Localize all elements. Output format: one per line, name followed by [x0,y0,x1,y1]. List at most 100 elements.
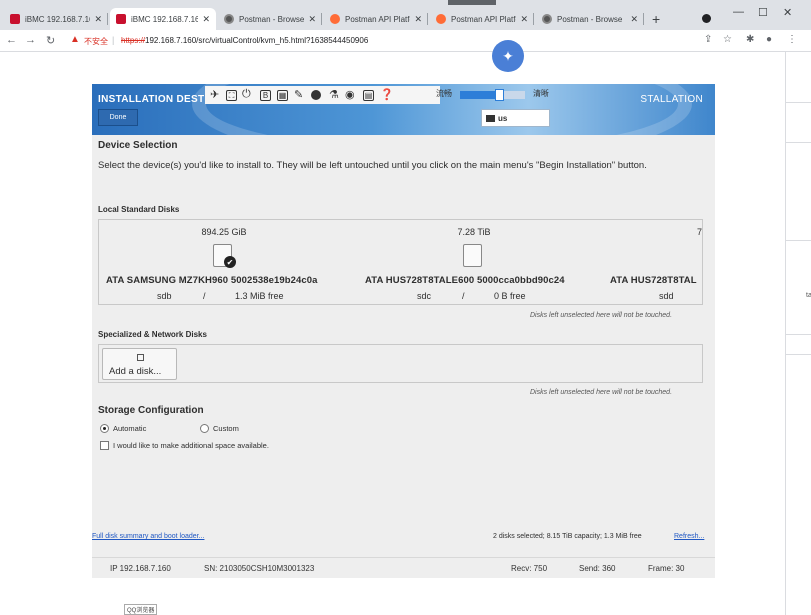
disk-device: sdb [157,291,172,301]
keyboard-shortcut-icon[interactable]: ▦ [277,90,288,101]
close-icon[interactable]: ✕ [308,14,316,25]
browser-tag: QQ浏览器 [124,604,158,615]
close-icon[interactable]: ✕ [520,14,528,25]
maximize-icon[interactable]: ☐ [758,6,768,19]
installer-title: INSTALLATION DEST [98,94,205,105]
quality-slider[interactable] [460,89,525,101]
tab-strip: iBMC 192.168.7.16 ✕ iBMC 192.168.7.16 ✕ … [0,0,811,30]
share-icon[interactable]: ⇪ [704,34,712,45]
add-disk-button[interactable]: Add a disk... [102,348,177,380]
postman-icon [224,14,234,24]
disk-item[interactable]: 7.28 TiB ATA HUS728T8TALE600 5000cca0bbd… [349,220,599,304]
quality-slider-handle[interactable] [495,89,505,101]
back-icon[interactable]: ← [6,34,17,46]
disk-icon [137,354,144,361]
selection-summary: 2 disks selected; 8.15 TiB capacity; 1.3… [493,533,642,540]
custom-label: Custom [213,424,239,433]
browser-tab[interactable]: Postman - Browse ✕ [536,8,644,30]
close-icon[interactable]: ✕ [630,14,638,25]
forward-icon[interactable]: → [25,34,36,46]
profile-icon[interactable] [702,14,711,23]
disk-device: sdd [659,291,674,301]
disk-device: sdc [417,291,432,301]
close-icon[interactable]: ✕ [94,14,102,25]
installer-title-right: STALLATION [640,94,703,105]
pin-icon[interactable]: ✈ [210,88,219,101]
browser-tab[interactable]: Postman API Platfo ✕ [430,8,534,30]
ibmc-icon [10,14,20,24]
kvm-console[interactable]: INSTALLATION DEST STALLATION Done us Dev… [92,84,715,578]
disk-item[interactable]: 894.25 GiB ✔ ATA SAMSUNG MZ7KH960 500253… [99,220,349,304]
reload-icon[interactable]: ↻ [46,34,55,47]
record-icon[interactable] [311,90,321,100]
status-frame: Frame: 30 [648,564,685,573]
extra-space-checkbox[interactable] [100,441,109,450]
disk-free: 1.3 MiB free [235,291,284,301]
custom-radio[interactable] [200,424,209,433]
local-disks-list: 894.25 GiB ✔ ATA SAMSUNG MZ7KH960 500253… [98,219,703,305]
close-icon[interactable]: ✕ [414,14,422,25]
disk-size: 7.28 TiB [457,227,491,237]
status-ip: IP 192.168.7.160 [110,564,171,573]
device-selection-title: Device Selection [98,140,178,151]
kvm-logo-icon[interactable]: ✦ [492,40,524,72]
new-tab-button[interactable]: + [652,11,660,27]
browser-tab[interactable]: Postman API Platfo ✕ [324,8,428,30]
untouched-note: Disks left unselected here will not be t… [530,312,673,319]
account-icon[interactable]: ● [766,34,772,45]
status-recv: Recv: 750 [511,564,548,573]
automatic-radio[interactable] [100,424,109,433]
hard-drive-icon [463,244,482,267]
status-send: Send: 360 [579,564,616,573]
disk-item[interactable]: 7 ATA HUS728T8TAL sdd [599,220,703,304]
disk-size: 894.25 GiB [201,227,247,237]
address-bar: ← → ↻ ▲ 不安全 | https://192.168.7.160/src/… [0,30,811,52]
virtual-media-icon[interactable]: ⚗ [329,88,339,101]
power-icon[interactable]: ⏻ [242,88,251,101]
status-serial: SN: 2103050CSH10M3001323 [204,564,315,573]
device-selection-description: Select the device(s) you'd like to insta… [98,160,647,171]
extra-space-label: I would like to make additional space av… [113,441,269,450]
specialized-disks-title: Specialized & Network Disks [98,330,207,339]
disk-model: ATA SAMSUNG MZ7KH960 5002538e19b24c0a [106,275,318,286]
disk-model: ATA HUS728T8TALE600 5000cca0bbd90c24 [365,275,565,286]
full-disk-summary-link[interactable]: Full disk summary and boot loader... [92,533,204,540]
extensions-icon[interactable]: ✱ [746,34,754,45]
insecure-label[interactable]: 不安全 [84,36,108,47]
storage-config-title: Storage Configuration [98,405,204,416]
minimize-icon[interactable]: — [733,6,744,18]
warning-icon: ▲ [70,34,80,45]
disk-model: ATA HUS728T8TAL [610,275,697,286]
screenshot-icon[interactable]: ◉ [345,88,355,101]
mouse-icon[interactable]: ✎ [294,88,303,101]
bookmark-star-icon[interactable]: ☆ [723,34,732,45]
kvm-toolbar: ✈ ⛶ ⏻ B ▦ ✎ ⚗ ◉ ▤ ❓ [205,86,440,104]
network-disks-list: Add a disk... [98,344,703,383]
boot-icon[interactable]: B [260,90,271,101]
window-close-icon[interactable]: ✕ [783,6,792,19]
quality-smooth-label: 流畅 [436,89,452,98]
settings-icon[interactable]: ▤ [363,90,374,101]
browser-tab[interactable]: iBMC 192.168.7.16 ✕ [4,8,108,30]
quality-clear-label: 清晰 [533,89,549,98]
url-field[interactable]: https://192.168.7.160/src/virtualControl… [121,36,368,45]
keyboard-layout-indicator[interactable]: us [481,109,550,127]
disk-size: 7 [697,227,703,237]
refresh-link[interactable]: Refresh... [674,533,704,540]
help-icon[interactable]: ❓ [380,88,394,101]
postman-icon [542,14,552,24]
browser-tab[interactable]: Postman - Browse ✕ [218,8,322,30]
done-button[interactable]: Done [98,109,138,126]
postman-api-icon [330,14,340,24]
disk-free: 0 B free [494,291,526,301]
quality-slider-fill [460,91,501,99]
kvm-status-bar: IP 192.168.7.160 SN: 2103050CSH10M300132… [92,557,715,578]
browser-tab-active[interactable]: iBMC 192.168.7.16 ✕ [110,8,216,30]
untouched-note: Disks left unselected here will not be t… [530,389,673,396]
selected-check-icon: ✔ [224,256,236,268]
close-icon[interactable]: ✕ [202,14,210,25]
menu-icon[interactable]: ⋮ [787,34,797,45]
fullscreen-icon[interactable]: ⛶ [226,90,237,101]
keyboard-icon [486,114,495,122]
window-drag-handle[interactable] [448,0,496,5]
